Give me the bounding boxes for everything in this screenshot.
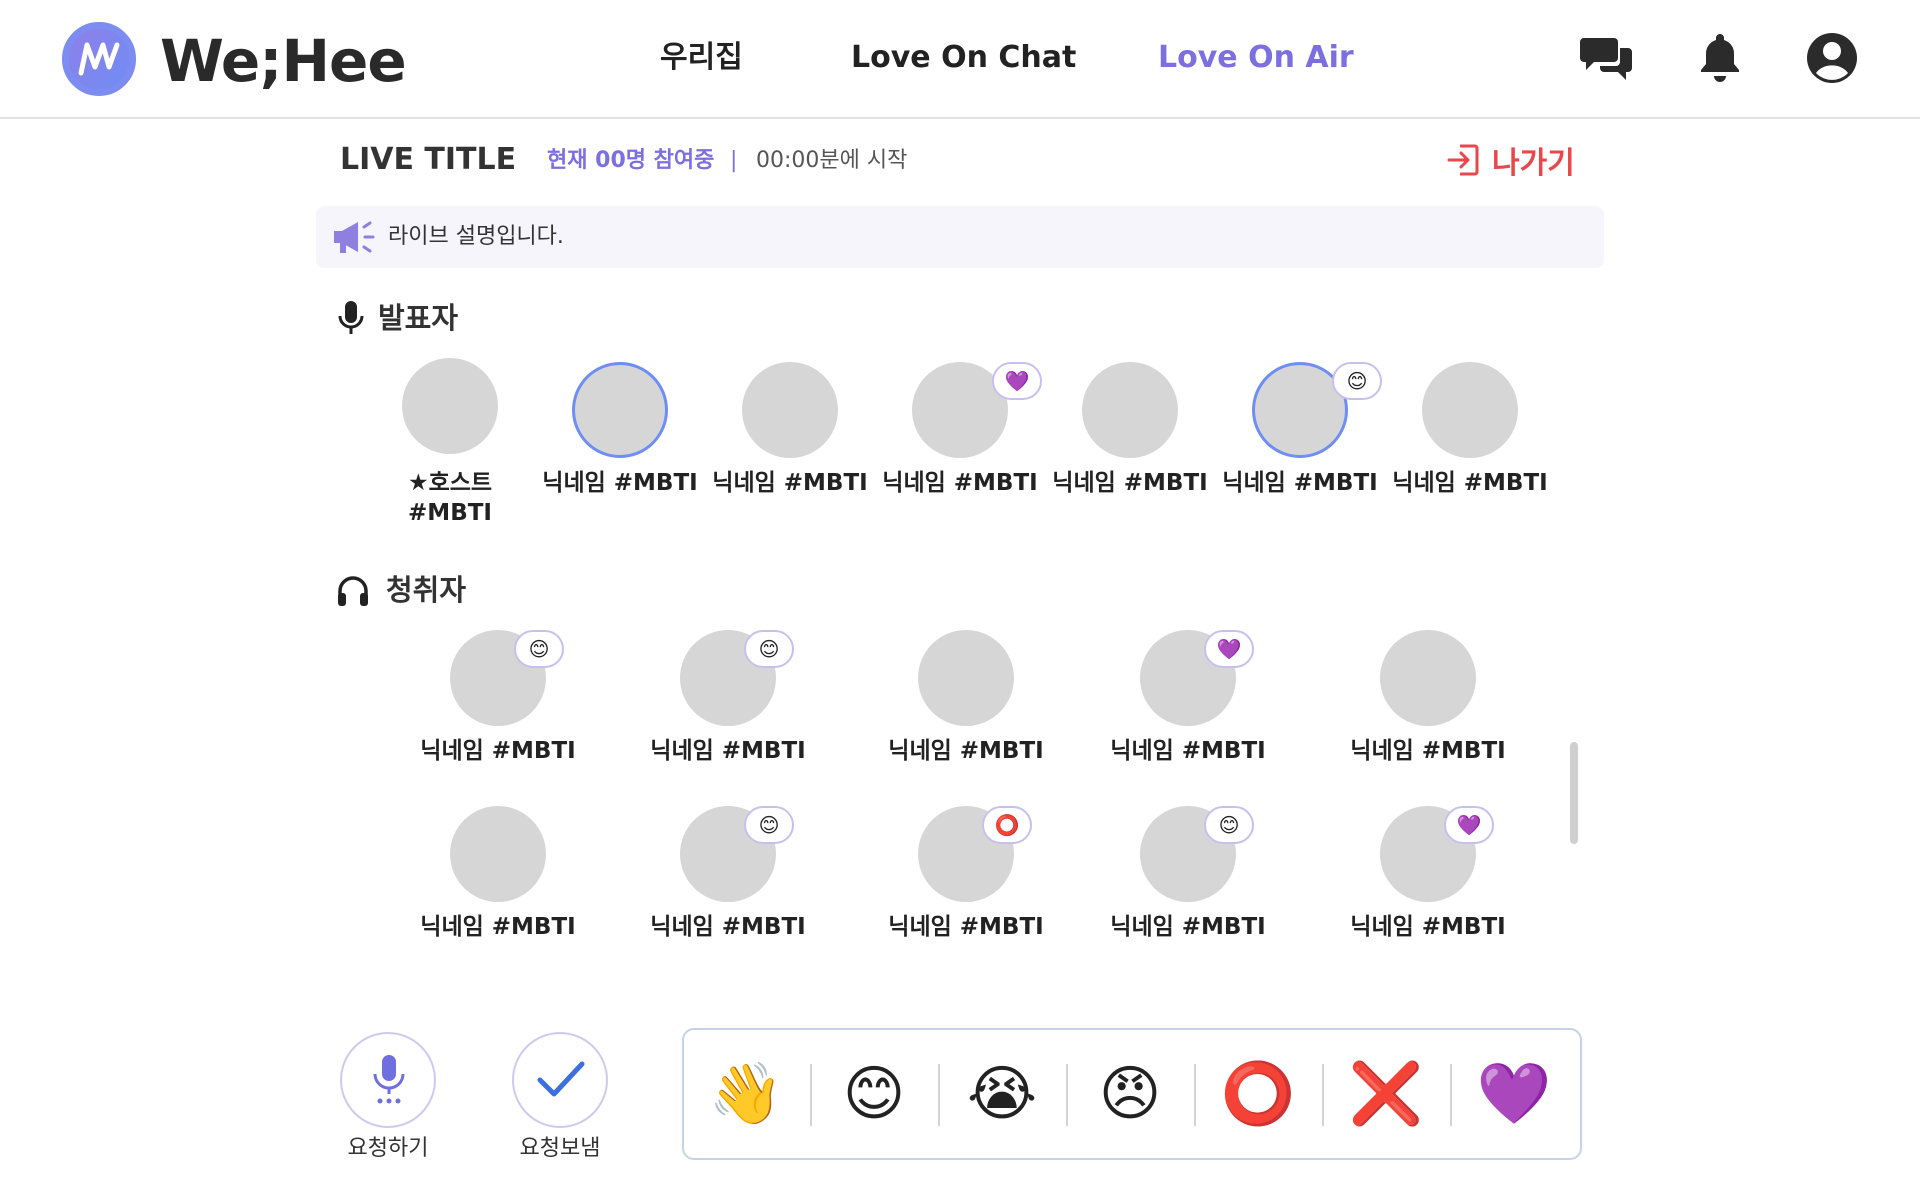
listener-name: 닉네임 #MBTI [1350,738,1506,764]
live-title: LIVE TITLE [340,142,517,177]
listener-reaction-badge: 😊 [744,806,794,844]
exit-label: 나가기 [1492,146,1575,181]
chat-icon[interactable] [1580,30,1636,86]
listener-avatar[interactable] [1380,630,1476,726]
reaction-divider [1322,1064,1324,1126]
speaker-name-text: 닉네임 #MBTI [542,470,698,496]
speaker-name-text: 닉네임 #MBTI [882,470,1038,496]
wave-reaction-button[interactable]: 👋 [696,1044,796,1144]
listener-name: 닉네임 #MBTI [650,738,806,764]
speaker-avatar[interactable] [572,362,668,458]
listener-avatar[interactable] [450,806,546,902]
speaker-name: 닉네임 #MBTI [1045,468,1215,498]
speaker-name: 닉네임 #MBTI [1215,468,1385,498]
cross-reaction-button[interactable]: ❌ [1336,1044,1436,1144]
nav-our-home[interactable]: 우리집 [660,36,743,80]
listener-reaction-badge: 😊 [514,630,564,668]
participant-count: 현재 00명 참여중 [547,148,715,173]
listener-avatar[interactable] [918,630,1014,726]
angry-reaction-button[interactable]: 😠 [1080,1044,1180,1144]
crying-reaction-button[interactable]: 😭 [952,1044,1052,1144]
speaker-avatar[interactable] [402,358,498,454]
reaction-divider [938,1064,940,1126]
brand-name[interactable]: We;Hee [160,26,407,96]
smile-reaction-button[interactable]: 😊 [824,1044,924,1144]
speaker-name-text: 닉네임 #MBTI [1222,470,1378,496]
circle-reaction-button[interactable]: ⭕ [1208,1044,1308,1144]
request-sent-button[interactable] [512,1032,608,1128]
nav-love-on-air[interactable]: Love On Air [1158,36,1354,80]
check-icon [537,1061,585,1097]
info-separator: | [730,148,738,173]
listeners-title: 청취자 [386,573,467,607]
exit-icon [1447,144,1479,176]
listener-reaction-badge: 💜 [1204,630,1254,668]
reaction-bar: 👋 😊 😭 😠 ⭕ ❌ 💜 [682,1028,1582,1160]
speaker-name: ★호스트 #MBTI [365,468,535,528]
bell-icon[interactable] [1692,30,1748,86]
speaker-name: 닉네임 #MBTI [705,468,875,498]
heart-reaction-button[interactable]: 💜 [1464,1044,1564,1144]
microphone-icon [338,301,364,334]
speaker-name-text: 닉네임 #MBTI [1392,470,1548,496]
request-speak-button[interactable] [340,1032,436,1128]
listener-name: 닉네임 #MBTI [1110,914,1266,940]
reaction-divider [1194,1064,1196,1126]
listener-name: 닉네임 #MBTI [420,738,576,764]
speaker-reaction-badge: 😊 [1332,362,1382,400]
listener-name: 닉네임 #MBTI [420,914,576,940]
speaker-name-text: 닉네임 #MBTI [1052,470,1208,496]
user-icon[interactable] [1804,30,1860,86]
live-description-box: 라이브 설명입니다. [316,206,1604,268]
speaker-name: 닉네임 #MBTI [1385,468,1555,498]
listeners-scrollbar[interactable] [1570,742,1578,844]
reaction-divider [1450,1064,1452,1126]
request-speak-label: 요청하기 [347,1136,429,1161]
speakers-title: 발표자 [378,301,459,335]
microphone-request-icon [373,1055,405,1104]
exit-button[interactable]: 나가기 [1446,138,1575,182]
speaker-avatar[interactable] [1422,362,1518,458]
speaker-name: 닉네임 #MBTI [875,468,1045,498]
listener-reaction-badge: 😊 [1204,806,1254,844]
top-header: We;Hee 우리집 Love On Chat Love On Air [0,0,1920,119]
speaker-avatar[interactable] [742,362,838,458]
listener-name: 닉네임 #MBTI [888,914,1044,940]
start-time: 00:00분에 시작 [756,148,908,173]
listener-name: 닉네임 #MBTI [1110,738,1266,764]
listener-name: 닉네임 #MBTI [1350,914,1506,940]
reaction-divider [1066,1064,1068,1126]
speaker-name-text: 닉네임 #MBTI [712,470,868,496]
megaphone-icon [334,221,375,253]
request-sent-label: 요청보냄 [519,1136,601,1161]
speaker-avatar[interactable] [1082,362,1178,458]
reaction-divider [810,1064,812,1126]
listener-reaction-badge: ⭕ [982,806,1032,844]
brand-logo-icon[interactable] [62,22,136,96]
speaker-reaction-badge: 💜 [992,362,1042,400]
speaker-name: 닉네임 #MBTI [535,468,705,498]
host-star-icon: ★ [407,470,429,496]
listener-name: 닉네임 #MBTI [888,738,1044,764]
headphones-icon [338,576,368,606]
live-description: 라이브 설명입니다. [388,224,564,249]
listener-reaction-badge: 💜 [1444,806,1494,844]
nav-love-on-chat[interactable]: Love On Chat [851,36,1076,80]
listener-name: 닉네임 #MBTI [650,914,806,940]
listener-reaction-badge: 😊 [744,630,794,668]
